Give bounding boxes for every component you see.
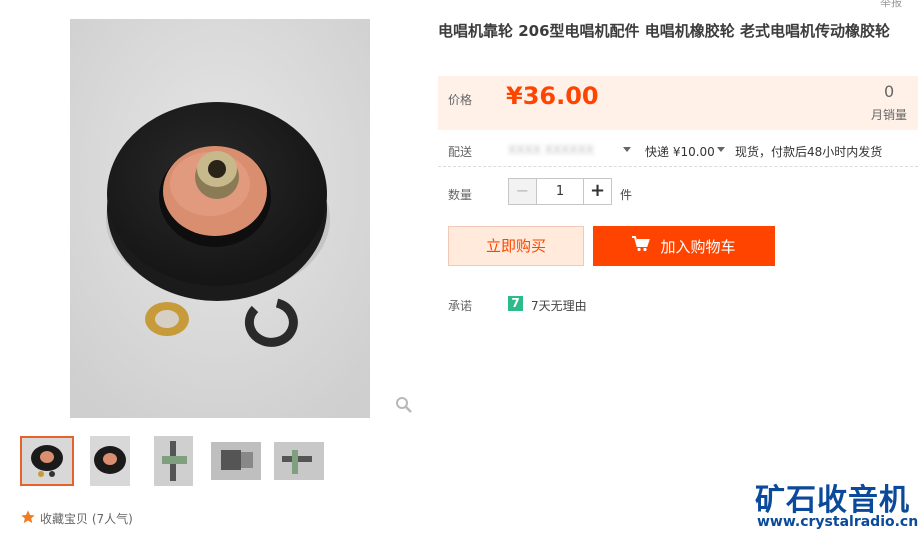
thumbnail-5[interactable]	[274, 442, 324, 480]
main-product-image[interactable]	[70, 19, 370, 418]
quantity-decrease-button[interactable]: −	[509, 179, 537, 204]
price-label: 价格	[448, 93, 473, 107]
buy-now-button[interactable]: 立即购买	[448, 226, 584, 266]
seven-day-return-icon: 7	[508, 296, 523, 311]
quantity-unit: 件	[620, 188, 633, 202]
favorite-link[interactable]: 收藏宝贝 (7人气)	[20, 509, 133, 528]
cart-icon	[632, 236, 651, 256]
report-link[interactable]: 举报	[880, 0, 902, 10]
favorite-label: 收藏宝贝 (7人气)	[40, 512, 133, 526]
thumbnail-3[interactable]	[154, 436, 193, 486]
stock-note: 现货，付款后48小时内发货	[735, 145, 883, 159]
chevron-down-icon[interactable]	[717, 147, 725, 152]
thumbnail-1[interactable]	[20, 436, 74, 486]
shipping-method[interactable]: 快递 ¥10.00	[645, 143, 715, 160]
watermark-url: www.crystalradio.cn	[757, 514, 919, 530]
monthly-sales-count: 0	[884, 82, 895, 101]
zoom-icon[interactable]	[395, 396, 413, 414]
promise-text[interactable]: 7天无理由	[531, 297, 587, 314]
star-icon	[20, 509, 36, 528]
price-value: ¥36.00	[506, 82, 599, 110]
promise-label: 承诺	[448, 299, 473, 313]
thumbnail-2[interactable]	[90, 436, 130, 486]
quantity-input[interactable]: 1	[537, 179, 583, 204]
divider	[438, 166, 918, 167]
shipping-label: 配送	[448, 145, 473, 159]
quantity-stepper: − 1 +	[508, 178, 612, 205]
shipping-origin[interactable]: XXXX XXXXXX	[508, 143, 594, 157]
quantity-increase-button[interactable]: +	[583, 179, 611, 204]
quantity-label: 数量	[448, 188, 473, 202]
product-title: 电唱机靠轮 206型电唱机配件 电唱机橡胶轮 老式电唱机传动橡胶轮	[438, 22, 890, 40]
thumbnail-4[interactable]	[211, 442, 261, 480]
add-to-cart-label: 加入购物车	[660, 237, 736, 256]
watermark-logo: 矿石收音机	[755, 483, 910, 518]
chevron-down-icon[interactable]	[623, 147, 631, 152]
rubber-wheel-illustration	[70, 19, 370, 418]
monthly-sales-label: 月销量	[871, 108, 908, 122]
add-to-cart-button[interactable]: 加入购物车	[593, 226, 775, 266]
